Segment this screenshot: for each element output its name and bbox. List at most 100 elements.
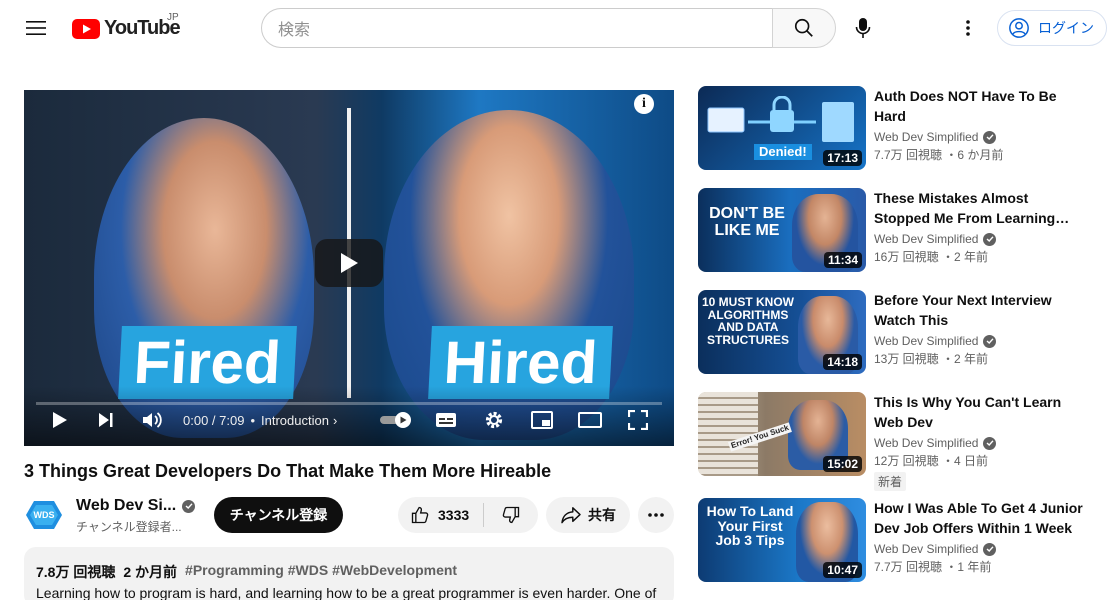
progress-bar[interactable]: [36, 402, 662, 405]
video-player[interactable]: Fired Hired i 0:00 / 7:09 • Introduction…: [24, 90, 674, 446]
hamburger-icon: [26, 21, 46, 35]
rec-title[interactable]: This Is Why You Can't Learn Web Dev: [874, 392, 1084, 432]
region-code: JP: [167, 12, 179, 23]
fullscreen-icon: [628, 410, 648, 430]
rec-channel-name: Web Dev Simplified: [874, 542, 979, 556]
login-button[interactable]: ログイン: [997, 10, 1107, 46]
upload-age: 2 か月前: [123, 564, 178, 580]
share-icon: [561, 507, 581, 524]
miniplayer-icon: [531, 411, 553, 429]
hashtags[interactable]: #Programming #WDS #WebDevelopment: [185, 562, 457, 582]
rec-title[interactable]: These Mistakes Almost Stopped Me From Le…: [874, 188, 1084, 228]
channel-name[interactable]: Web Dev Si...: [76, 497, 196, 515]
rec-meta: Auth Does NOT Have To Be Hard Web Dev Si…: [874, 86, 1084, 176]
rec-duration: 15:02: [823, 456, 862, 472]
thumbs-up-icon: [411, 506, 429, 524]
volume-button[interactable]: [140, 408, 166, 432]
subtitles-button[interactable]: [434, 408, 458, 432]
settings-more-button[interactable]: [953, 12, 983, 44]
theater-mode-button[interactable]: [577, 408, 603, 432]
dislike-button[interactable]: [484, 497, 538, 533]
play-icon: [341, 253, 358, 273]
rec-channel[interactable]: Web Dev Simplified: [874, 436, 1084, 450]
voice-search-button[interactable]: [845, 10, 881, 46]
channel-avatar[interactable]: WDS: [24, 497, 64, 533]
rec-meta: Before Your Next Interview Watch This We…: [874, 290, 1084, 380]
verified-check-icon: [983, 130, 997, 144]
new-badge: 新着: [874, 472, 907, 491]
gear-icon: [485, 411, 503, 429]
rec-channel-name: Web Dev Simplified: [874, 232, 979, 246]
description-box[interactable]: 7.8万 回視聴 2 か月前 #Programming #WDS #WebDev…: [24, 547, 674, 600]
chapter-title[interactable]: Introduction: [261, 413, 329, 428]
microphone-icon: [855, 18, 871, 38]
rec-title[interactable]: How I Was Able To Get 4 Junior Dev Job O…: [874, 498, 1084, 538]
youtube-logo[interactable]: YouTube: [72, 17, 181, 40]
rec-thumb-text: 10 MUST KNOW ALGORITHMS AND DATA STRUCTU…: [702, 295, 795, 347]
theater-mode-icon: [578, 412, 602, 428]
menu-button[interactable]: [18, 12, 54, 44]
search-button[interactable]: [772, 8, 836, 48]
rec-channel[interactable]: Web Dev Simplified: [874, 334, 1084, 348]
lock-server-illustration-icon: [707, 96, 854, 142]
next-button[interactable]: [94, 408, 118, 432]
rec-thumb-text: How To Land Your First Job 3 Tips: [706, 503, 794, 549]
channel-avatar-text: WDS: [33, 510, 55, 520]
more-horizontal-icon: [648, 513, 664, 517]
recommendation-item[interactable]: Denied! 17:13 Auth Does NOT Have To Be H…: [698, 86, 1088, 176]
chevron-right-icon: ›: [332, 412, 338, 428]
subscriber-count: チャンネル登録者...: [76, 520, 182, 534]
share-label: 共有: [588, 507, 616, 523]
time-display: 0:00 / 7:09 • Introduction ›: [183, 408, 337, 432]
thumbs-down-icon: [502, 506, 520, 524]
view-count: 7.8万 回視聴: [36, 564, 116, 580]
rec-thumbnail[interactable]: Error! You Suck 15:02: [698, 392, 866, 476]
autoplay-toggle[interactable]: [378, 408, 414, 432]
volume-icon: [143, 412, 162, 428]
verified-check-icon: [983, 436, 997, 450]
rec-channel-name: Web Dev Simplified: [874, 436, 979, 450]
description-text: Learning how to program is hard, and lea…: [36, 585, 657, 600]
more-vertical-icon: [966, 20, 970, 36]
verified-check-icon: [983, 334, 997, 348]
rec-meta: This Is Why You Can't Learn Web Dev Web …: [874, 392, 1084, 494]
fullscreen-button[interactable]: [626, 408, 650, 432]
rec-channel[interactable]: Web Dev Simplified: [874, 232, 1084, 246]
rec-thumbnail[interactable]: DON'T BE LIKE ME 11:34: [698, 188, 866, 272]
rec-thumbnail[interactable]: 10 MUST KNOW ALGORITHMS AND DATA STRUCTU…: [698, 290, 866, 374]
subscribe-button[interactable]: チャンネル登録: [214, 497, 343, 533]
recommendation-item[interactable]: Error! You Suck 15:02 This Is Why You Ca…: [698, 392, 1088, 494]
rec-duration: 14:18: [823, 354, 862, 370]
more-actions-button[interactable]: [638, 497, 674, 533]
window-blinds-image: [698, 392, 758, 476]
description-meta: 7.8万 回視聴 2 か月前 #Programming #WDS #WebDev…: [36, 562, 662, 582]
rec-stats: 12万 回視聴 ・4 日前: [874, 454, 989, 468]
verified-check-icon: [983, 542, 997, 556]
rec-channel[interactable]: Web Dev Simplified: [874, 542, 1084, 556]
rec-thumbnail[interactable]: How To Land Your First Job 3 Tips 10:47: [698, 498, 866, 582]
like-button[interactable]: 3333: [398, 497, 483, 533]
search-input[interactable]: 検索: [261, 8, 772, 48]
recommendation-item[interactable]: DON'T BE LIKE ME 11:34 These Mistakes Al…: [698, 188, 1088, 278]
verified-check-icon: [182, 499, 196, 513]
like-dislike-group: 3333: [398, 497, 538, 533]
recommendation-item[interactable]: 10 MUST KNOW ALGORITHMS AND DATA STRUCTU…: [698, 290, 1088, 380]
share-button[interactable]: 共有: [546, 497, 630, 533]
rec-title[interactable]: Before Your Next Interview Watch This: [874, 290, 1084, 330]
info-icon[interactable]: i: [634, 94, 654, 114]
play-icon: [53, 412, 67, 428]
settings-button[interactable]: [482, 408, 506, 432]
rec-duration: 11:34: [823, 252, 862, 268]
rec-stats: 13万 回視聴 ・2 年前: [874, 352, 989, 366]
rec-meta: These Mistakes Almost Stopped Me From Le…: [874, 188, 1084, 278]
like-count: 3333: [438, 507, 470, 523]
login-label: ログイン: [1038, 20, 1094, 36]
recommendation-item[interactable]: How To Land Your First Job 3 Tips 10:47 …: [698, 498, 1088, 588]
play-button[interactable]: [48, 408, 72, 432]
rec-thumbnail[interactable]: Denied! 17:13: [698, 86, 866, 170]
rec-title[interactable]: Auth Does NOT Have To Be Hard: [874, 86, 1084, 126]
time-text: 0:00 / 7:09: [183, 412, 245, 428]
large-play-button[interactable]: [315, 239, 383, 287]
miniplayer-button[interactable]: [530, 408, 554, 432]
rec-channel[interactable]: Web Dev Simplified: [874, 130, 1084, 144]
